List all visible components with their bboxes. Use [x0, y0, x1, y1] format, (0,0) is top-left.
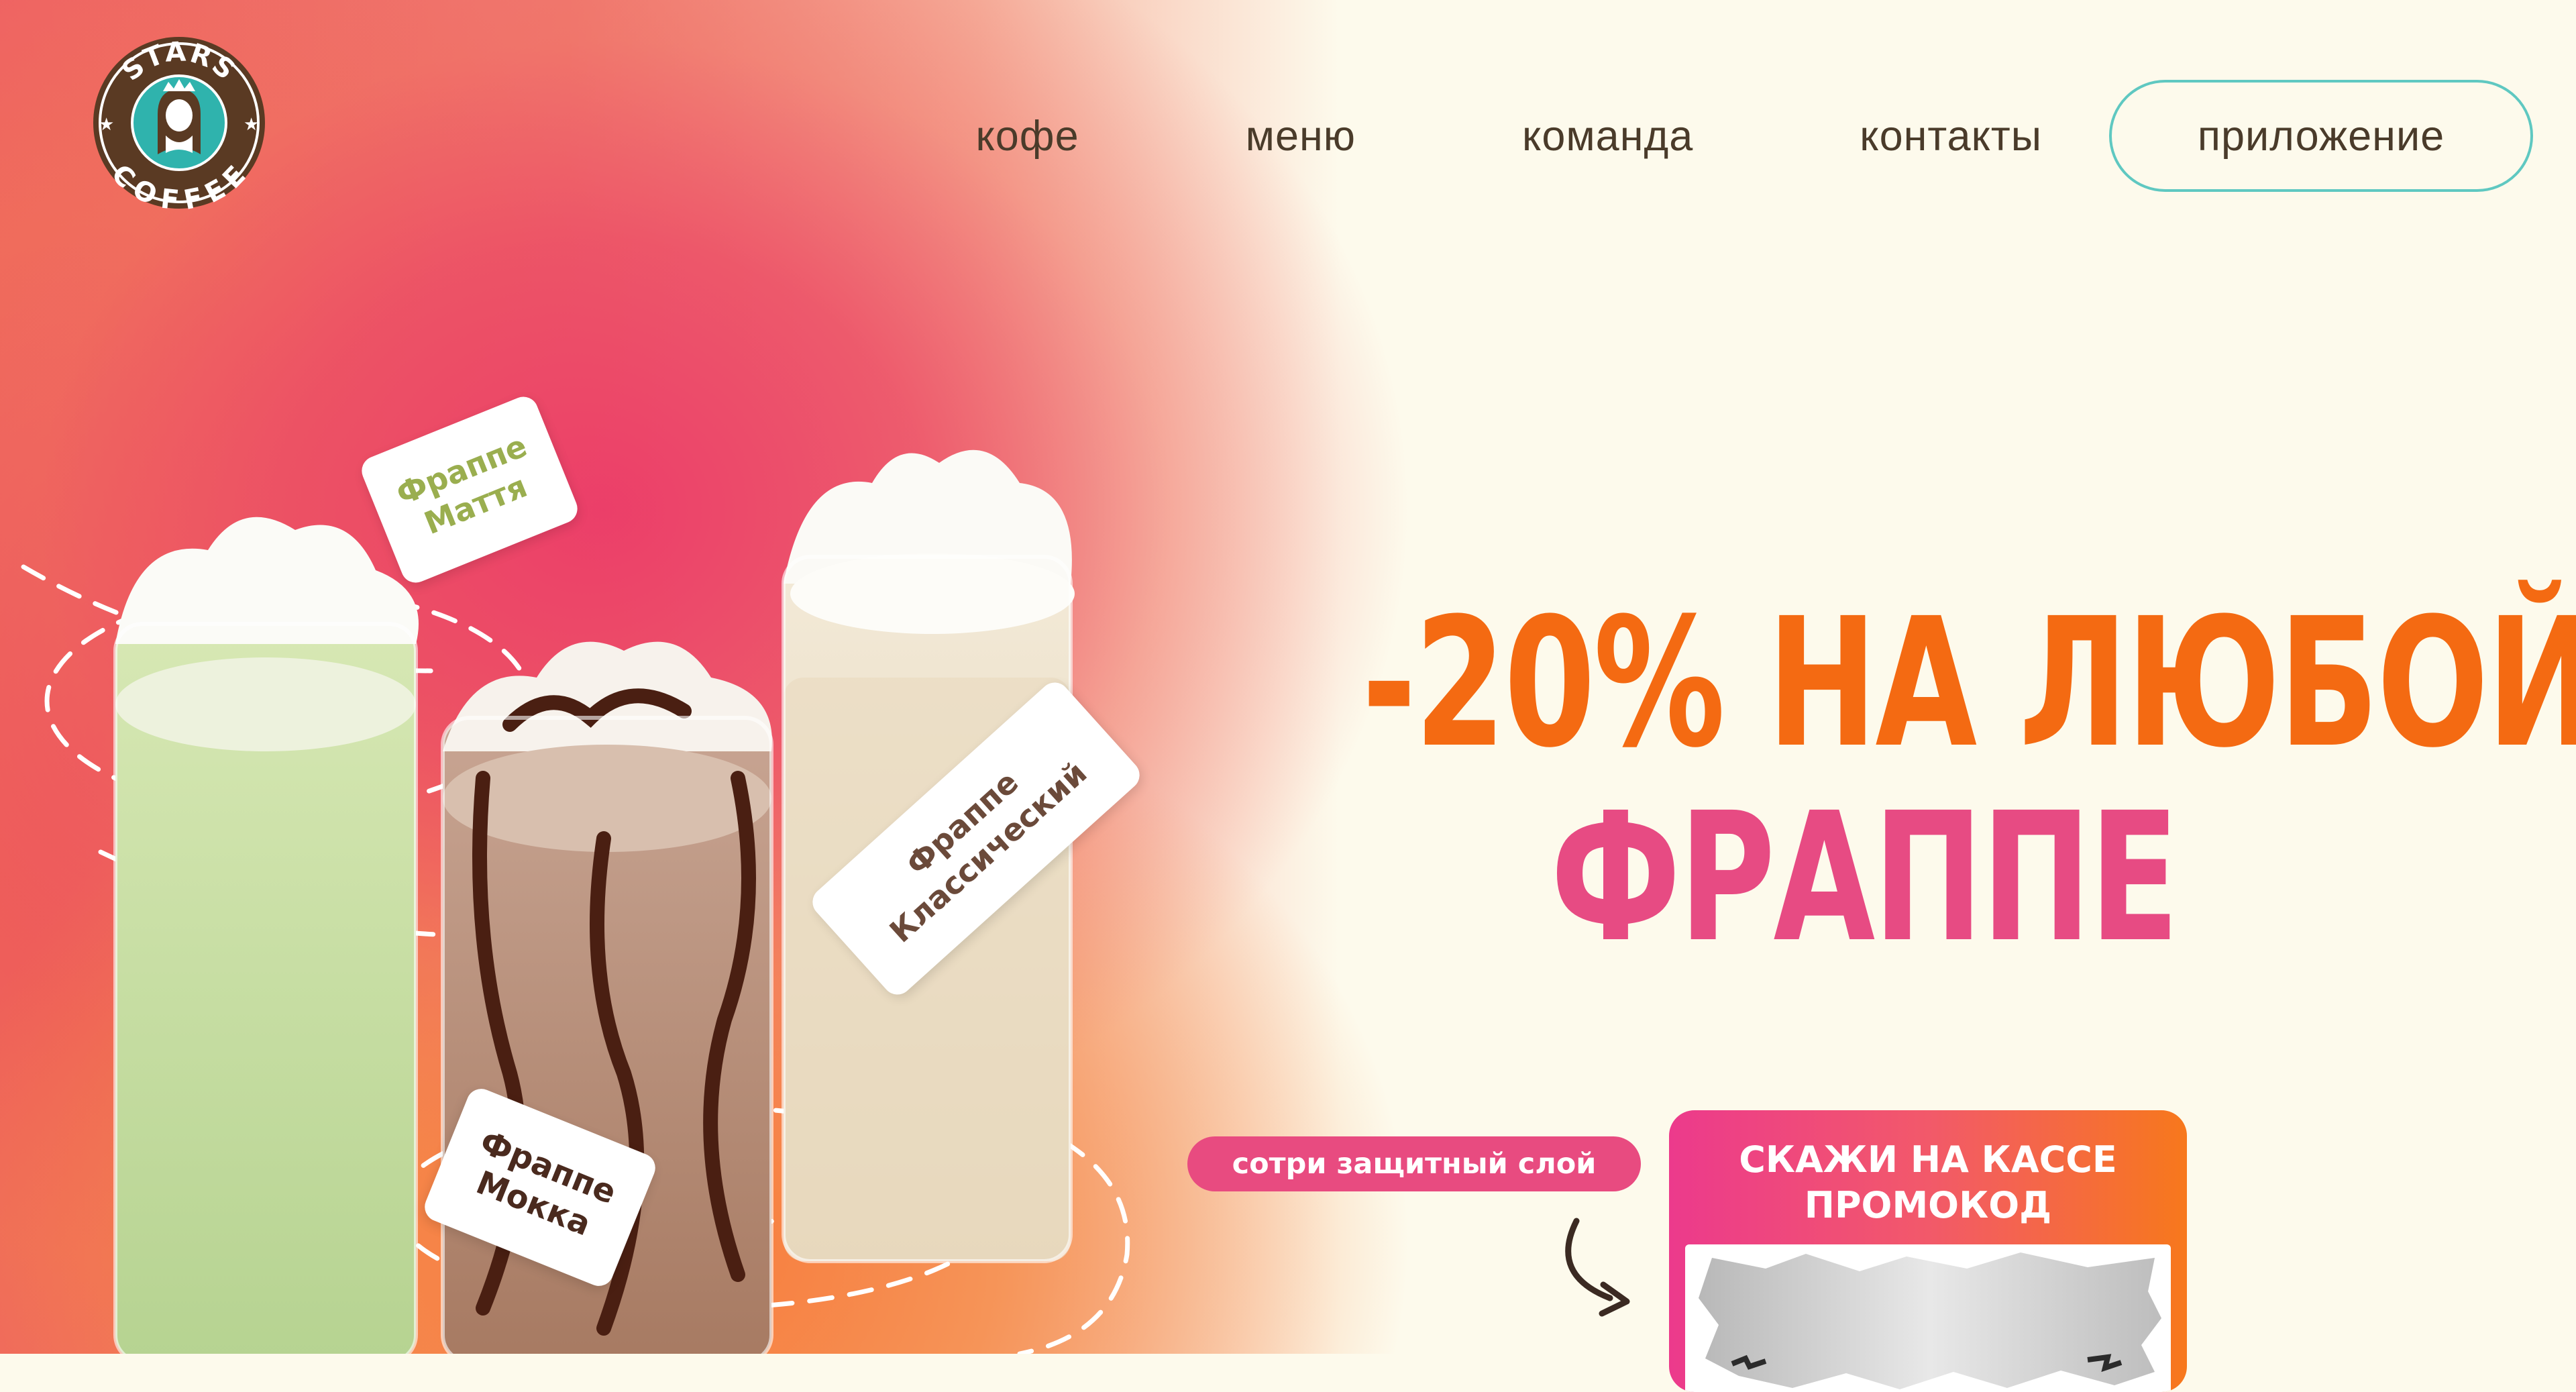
scratch-layer[interactable]	[1685, 1244, 2171, 1392]
glass-matcha	[113, 517, 419, 1354]
promo-card-label-line2: ПРОМОКОД	[1804, 1184, 2052, 1226]
scratch-area[interactable]	[1685, 1244, 2171, 1392]
arrow-icon	[1565, 1218, 1630, 1317]
scratch-hint-badge: сотри защитный слой	[1187, 1136, 1641, 1191]
promo-discount: -20% НА ЛЮБОЙ	[1362, 580, 2576, 787]
promo-heading: -20% НА ЛЮБОЙ ФРАППЕ	[1362, 580, 2576, 982]
promo-product: ФРАППЕ	[1550, 775, 2179, 982]
promo-code-card: СКАЖИ НА КАССЕ ПРОМОКОД	[1669, 1110, 2187, 1392]
promo-card-label-line1: СКАЖИ НА КАССЕ	[1739, 1138, 2117, 1181]
promo-card-label: СКАЖИ НА КАССЕ ПРОМОКОД	[1669, 1137, 2187, 1228]
